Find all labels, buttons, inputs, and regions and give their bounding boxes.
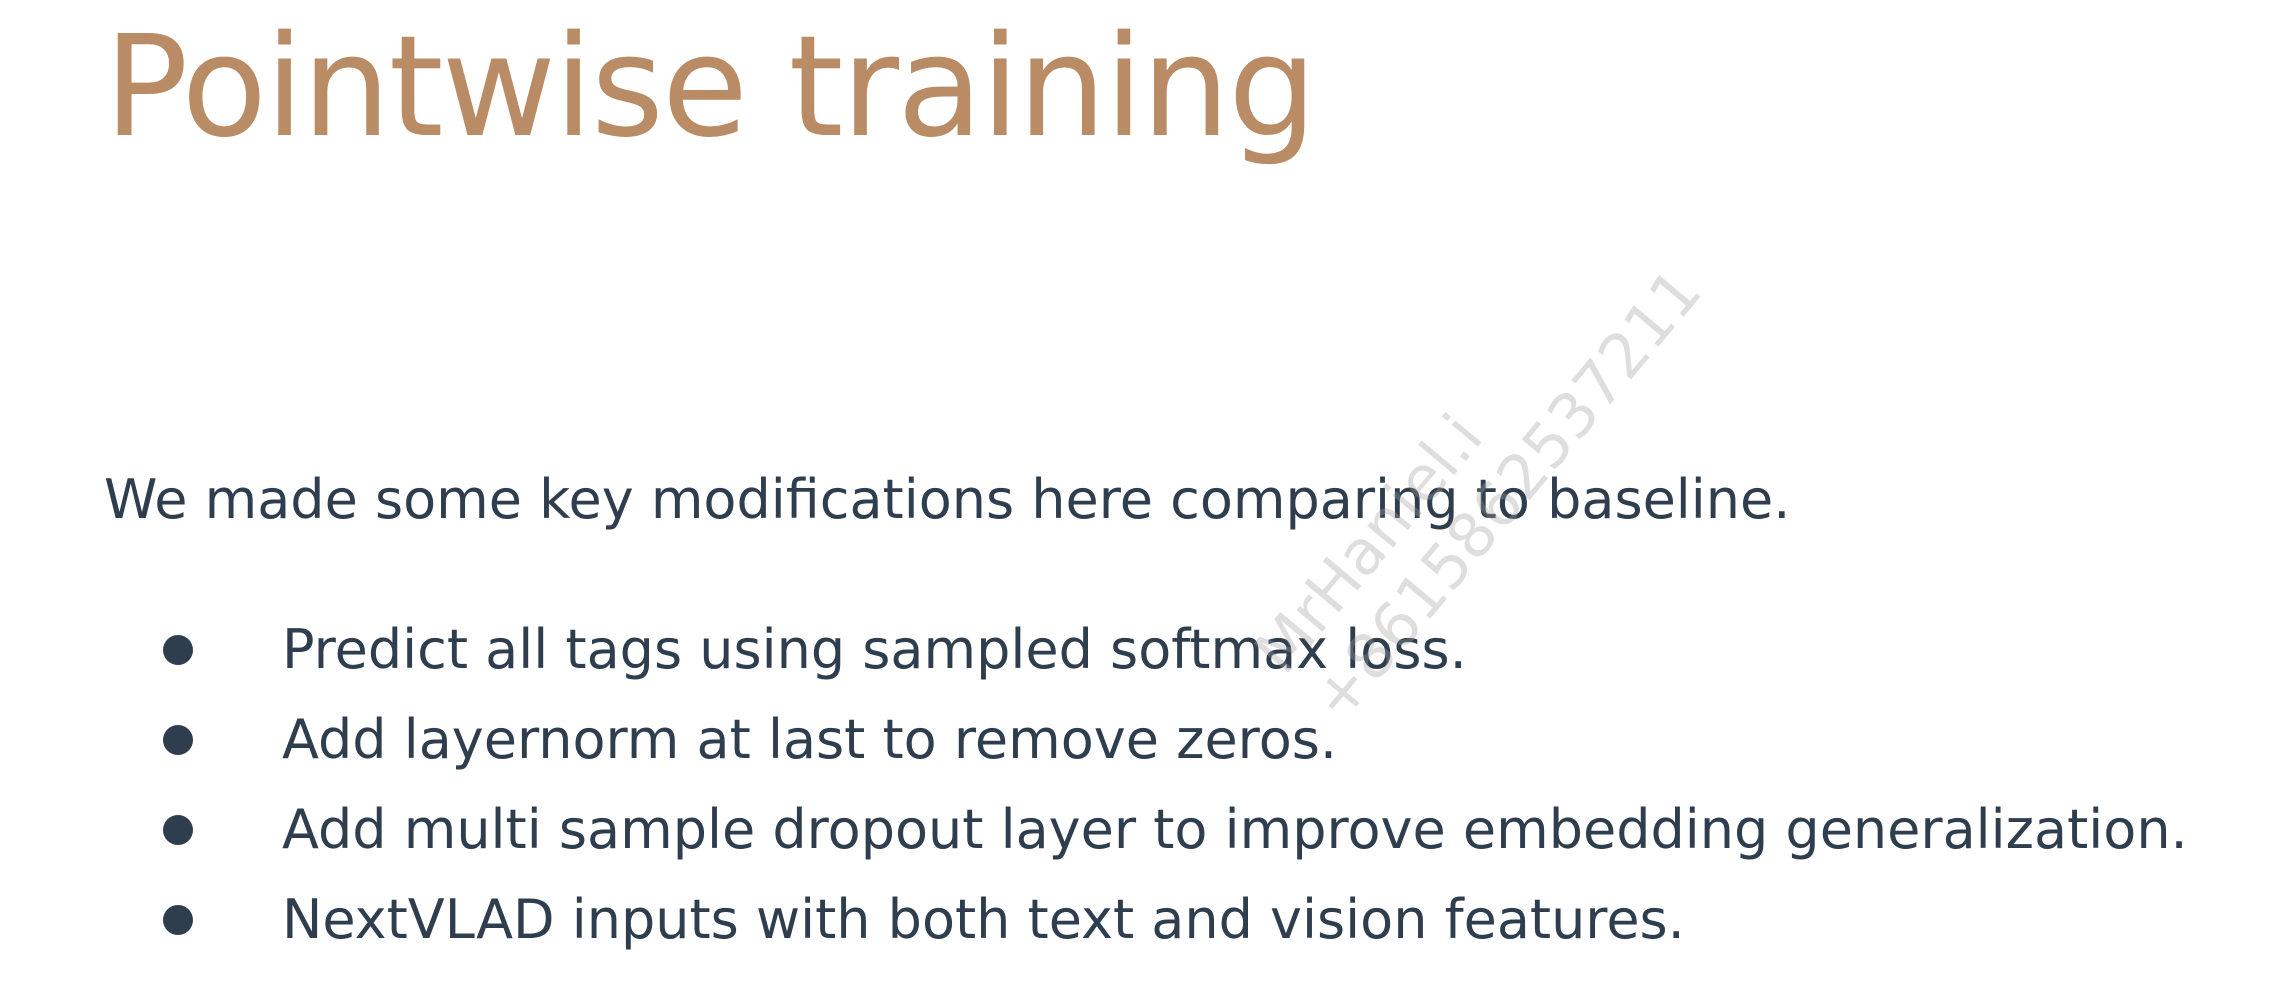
slide: Pointwise training We made some key modi… xyxy=(0,0,2272,1006)
bullet-text: Add layernorm at last to remove zeros. xyxy=(282,708,1338,771)
bullet-icon xyxy=(163,905,193,935)
bullet-icon xyxy=(163,635,193,665)
intro-text: We made some key modifications here comp… xyxy=(104,468,1791,531)
slide-title: Pointwise training xyxy=(104,6,1317,169)
bullet-icon xyxy=(163,725,193,755)
bullet-text: Add multi sample dropout layer to improv… xyxy=(282,798,2188,861)
bullet-text: Predict all tags using sampled softmax l… xyxy=(282,618,1467,681)
bullet-icon xyxy=(163,815,193,845)
bullet-text: NextVLAD inputs with both text and visio… xyxy=(282,888,1685,951)
